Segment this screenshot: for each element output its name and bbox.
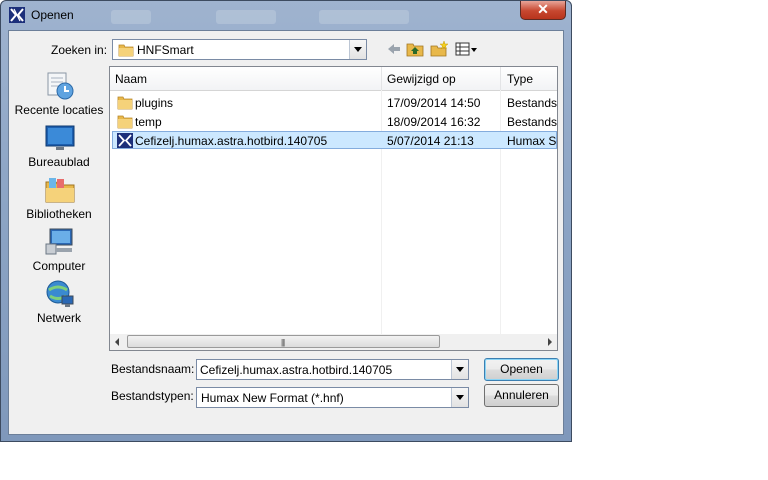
horizontal-scrollbar[interactable]: ||| — [110, 334, 557, 350]
title-ghost — [111, 10, 151, 24]
lookin-label: Zoeken in: — [51, 43, 108, 57]
folder-icon — [117, 96, 133, 110]
place-label: Bureaublad — [28, 155, 90, 169]
file-name: plugins — [135, 96, 174, 110]
column-header-type[interactable]: Type — [507, 72, 533, 86]
place-desktop[interactable]: Bureaublad — [9, 122, 109, 174]
file-list[interactable]: Naam Gewijzigd op Type plugins 17/09/201… — [109, 66, 558, 351]
column-header-name[interactable]: Naam — [115, 72, 147, 86]
filename-label: Bestandsnaam: — [111, 362, 195, 376]
title-bar[interactable]: Openen ✕ — [1, 1, 571, 29]
title-ghost — [216, 10, 276, 24]
filetype-select[interactable]: Humax New Format (*.hnf) — [196, 387, 469, 408]
file-row[interactable]: temp 18/09/2014 16:32 Bestandsmap — [110, 112, 557, 131]
window-title: Openen — [31, 8, 74, 22]
new-folder-icon[interactable] — [429, 40, 449, 58]
back-arrow-icon[interactable] — [384, 40, 404, 58]
scroll-left-icon[interactable] — [115, 338, 119, 346]
scroll-right-icon[interactable] — [548, 338, 552, 346]
column-divider[interactable] — [381, 67, 382, 90]
dialog-body: Zoeken in: HNFSmart Recente locaties Bur… — [8, 30, 564, 435]
desktop-icon — [45, 125, 75, 150]
place-label: Bibliotheken — [26, 207, 92, 221]
lookin-combo[interactable]: HNFSmart — [112, 39, 367, 60]
file-type: Bestandsmap — [507, 96, 557, 110]
recent-places-icon — [47, 72, 74, 100]
filetype-label: Bestandstypen: — [111, 389, 194, 403]
file-row[interactable]: plugins 17/09/2014 14:50 Bestandsmap — [110, 93, 557, 112]
chevron-down-icon[interactable] — [451, 360, 468, 379]
place-label: Recente locaties — [14, 103, 104, 117]
open-dialog: Openen ✕ Zoeken in: HNFSmart Recente loc… — [0, 0, 572, 442]
chevron-down-icon[interactable] — [451, 388, 468, 407]
network-icon — [46, 280, 74, 307]
title-ghost — [319, 10, 409, 24]
place-recent[interactable]: Recente locaties — [9, 70, 109, 122]
folder-icon — [118, 44, 134, 57]
cancel-button[interactable]: Annuleren — [484, 384, 559, 407]
computer-icon — [45, 228, 73, 255]
up-folder-icon[interactable] — [405, 40, 425, 58]
column-header-modified[interactable]: Gewijzigd op — [387, 72, 456, 86]
filename-combo[interactable]: Cefizelj.humax.astra.hotbird.140705 — [196, 359, 469, 380]
view-menu-icon[interactable] — [454, 40, 478, 58]
places-bar: Recente locaties Bureaublad Bibliotheken — [9, 65, 109, 335]
filename-value[interactable]: Cefizelj.humax.astra.hotbird.140705 — [200, 363, 392, 377]
place-libraries[interactable]: Bibliotheken — [9, 174, 109, 226]
filetype-value: Humax New Format (*.hnf) — [201, 391, 344, 405]
hnf-file-icon — [117, 133, 133, 148]
app-logo-icon — [9, 7, 25, 23]
folder-icon — [117, 115, 133, 129]
open-button[interactable]: Openen — [484, 358, 559, 381]
scroll-thumb[interactable]: ||| — [127, 335, 440, 348]
place-label: Netwerk — [36, 311, 81, 325]
file-row-selected[interactable]: Cefizelj.humax.astra.hotbird.140705 5/07… — [110, 131, 557, 150]
grip-icon: ||| — [281, 338, 285, 347]
list-header: Naam Gewijzigd op Type — [110, 67, 557, 91]
lookin-value: HNFSmart — [137, 43, 194, 57]
place-network[interactable]: Netwerk — [9, 278, 109, 330]
file-modified: 17/09/2014 14:50 — [387, 96, 481, 110]
file-name: temp — [135, 115, 162, 129]
place-label: Computer — [32, 259, 86, 273]
libraries-icon — [45, 178, 75, 203]
column-divider[interactable] — [500, 67, 501, 90]
place-computer[interactable]: Computer — [9, 226, 109, 278]
close-button[interactable]: ✕ — [520, 1, 566, 20]
chevron-down-icon[interactable] — [349, 40, 366, 59]
file-name: Cefizelj.humax.astra.hotbird.140705 — [135, 134, 328, 148]
file-type: Bestandsmap — [507, 115, 557, 129]
file-type: Humax Settings — [507, 134, 557, 148]
file-modified: 18/09/2014 16:32 — [387, 115, 481, 129]
file-modified: 5/07/2014 21:13 — [387, 134, 474, 148]
